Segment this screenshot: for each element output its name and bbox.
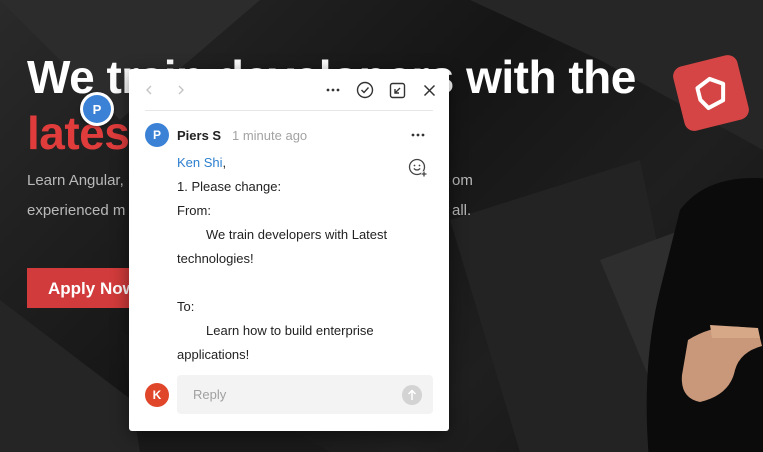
hero-subtitle-line1: Learn Angular, — [27, 172, 124, 189]
reply-placeholder: Reply — [193, 387, 227, 402]
comment-line: We train developers with Latest — [206, 227, 388, 242]
comment-line: 1. Please change: — [177, 179, 282, 194]
reply-input[interactable]: Reply — [177, 375, 433, 414]
hero-subtitle-line1-end: om — [452, 172, 473, 189]
more-icon[interactable] — [322, 79, 344, 101]
comment-more-icon[interactable] — [407, 125, 429, 145]
arrow-up-icon — [407, 389, 417, 400]
person-image — [646, 178, 763, 452]
comment-marker[interactable]: P — [80, 92, 114, 126]
comment-line: To: — [177, 299, 195, 314]
comment-marker-initial: P — [83, 95, 111, 123]
mention-suffix: , — [222, 155, 227, 170]
chevron-right-icon[interactable] — [170, 79, 192, 101]
comment-mention-line: Ken Shi, — [177, 155, 226, 170]
reply-user-avatar: K — [145, 383, 169, 407]
comment-author: Piers S — [177, 128, 222, 143]
comment-line: From: — [177, 203, 211, 218]
chevron-left-icon[interactable] — [138, 79, 160, 101]
add-reaction-icon[interactable] — [407, 157, 429, 179]
pop-out-icon[interactable] — [386, 79, 408, 101]
mention-link[interactable]: Ken Shi — [177, 155, 223, 170]
comment-line: applications! — [177, 347, 250, 362]
author-avatar: P — [145, 123, 169, 147]
comment-toolbar — [129, 69, 449, 110]
comment-line: Learn how to build enterprise — [206, 323, 374, 338]
toolbar-divider — [145, 110, 433, 111]
comment-timestamp: 1 minute ago — [232, 128, 308, 143]
hero-subtitle-line2: experienced m — [27, 202, 126, 219]
send-button[interactable] — [402, 385, 422, 405]
close-icon[interactable] — [418, 79, 440, 101]
resolve-check-icon[interactable] — [354, 79, 376, 101]
comment-line: technologies! — [177, 251, 254, 266]
comment-popup: P Piers S 1 minute ago Ken Shi, 1. Pleas… — [129, 69, 449, 431]
hero-subtitle-line2-end: all. — [452, 202, 472, 219]
